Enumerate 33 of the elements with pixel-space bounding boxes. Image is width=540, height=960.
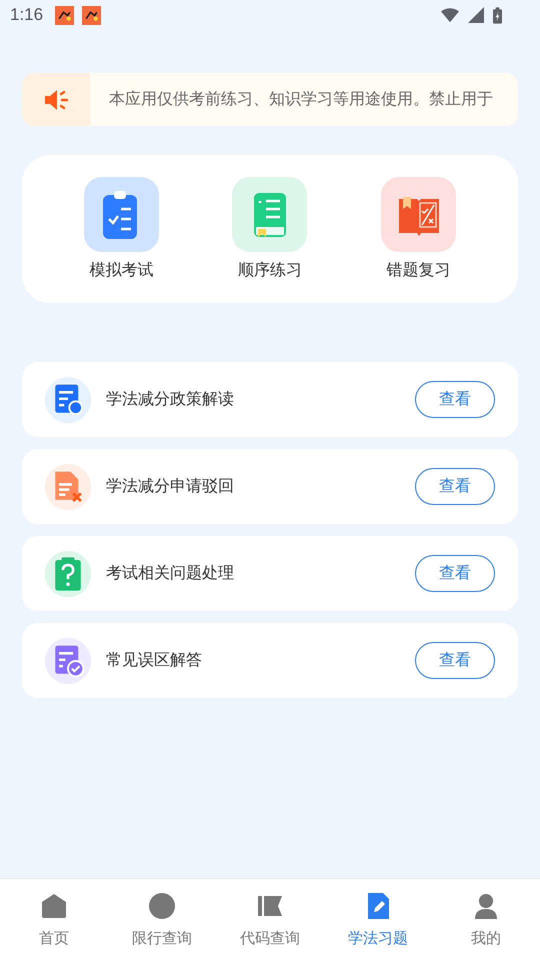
clipboard-icon[interactable] <box>84 177 159 252</box>
tab-item[interactable]: 我的 <box>432 879 540 960</box>
shortcut-label[interactable]: 模拟考试 <box>89 260 154 281</box>
certificate-icon <box>45 376 91 422</box>
tab-item[interactable]: 首页 <box>0 879 108 960</box>
battery-icon <box>493 6 502 24</box>
notification-icon <box>82 6 102 24</box>
tab-item[interactable]: 限行查询 <box>108 879 216 960</box>
tab-item[interactable]: 代码查询 <box>216 879 324 960</box>
shortcut-label[interactable]: 错题复习 <box>386 260 451 281</box>
shortcut-label[interactable]: 顺序练习 <box>238 260 302 281</box>
topic-title: 学法减分申请驳回 <box>106 476 235 497</box>
wifi-icon <box>441 7 459 23</box>
circle-icon <box>148 892 176 920</box>
speaker-icon <box>43 88 69 112</box>
clipboard-icon <box>45 550 91 596</box>
document-icon <box>45 464 91 510</box>
book-icon[interactable] <box>232 177 308 252</box>
user-icon <box>472 892 500 920</box>
view-button[interactable]: 查看 <box>415 381 495 418</box>
signal-icon <box>467 7 485 23</box>
notification-icon <box>55 6 74 24</box>
view-button[interactable]: 查看 <box>415 555 495 592</box>
notice-text: 本应用仅供考前练习、知识学习等用途使用。禁止用于 <box>109 89 493 110</box>
tab-item[interactable]: 学法习题 <box>324 879 432 960</box>
view-button[interactable]: 查看 <box>415 468 495 505</box>
topic-title: 常见误区解答 <box>106 650 203 671</box>
book-icon[interactable] <box>381 177 456 252</box>
status-time: 1:16 <box>10 5 44 25</box>
topic-title: 学法减分政策解读 <box>106 389 235 410</box>
topic-title: 考试相关问题处理 <box>106 563 235 584</box>
home-icon <box>40 892 68 920</box>
view-button[interactable]: 查看 <box>415 642 495 679</box>
